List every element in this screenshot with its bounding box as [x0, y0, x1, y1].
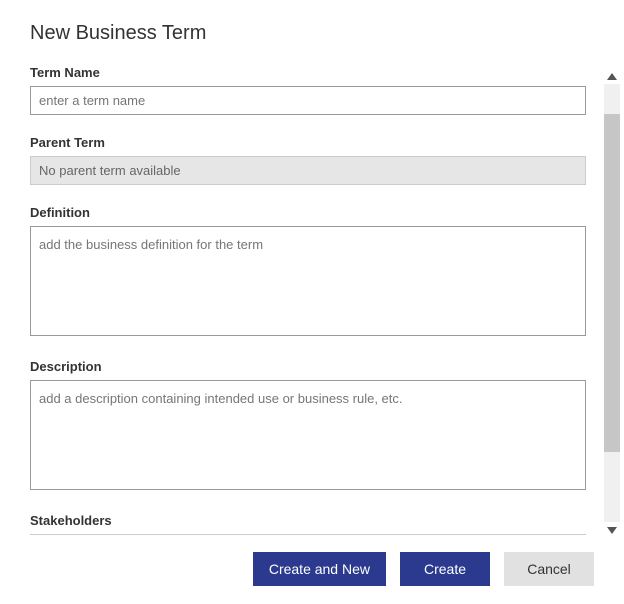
stakeholders-divider — [30, 534, 586, 535]
definition-textarea[interactable] — [30, 226, 586, 336]
scrollbar-thumb[interactable] — [604, 114, 620, 452]
description-textarea[interactable] — [30, 380, 586, 490]
create-button[interactable]: Create — [400, 552, 490, 586]
cancel-button[interactable]: Cancel — [504, 552, 594, 586]
new-business-term-dialog: New Business Term Term Name Parent Term … — [0, 0, 624, 604]
scrollbar-track[interactable] — [604, 68, 620, 538]
create-and-new-button[interactable]: Create and New — [253, 552, 386, 586]
stakeholders-label: Stakeholders — [30, 513, 586, 528]
term-name-input[interactable] — [30, 86, 586, 115]
definition-label: Definition — [30, 205, 586, 220]
parent-term-input — [30, 156, 586, 185]
chevron-down-icon — [607, 527, 617, 534]
dialog-buttons: Create and New Create Cancel — [253, 552, 594, 586]
description-label: Description — [30, 359, 586, 374]
scroll-down-button[interactable] — [604, 522, 620, 538]
parent-term-label: Parent Term — [30, 135, 586, 150]
form-area: Term Name Parent Term Definition Descrip… — [30, 65, 594, 535]
term-name-label: Term Name — [30, 65, 586, 80]
chevron-up-icon — [607, 73, 617, 80]
scroll-up-button[interactable] — [604, 68, 620, 84]
dialog-title: New Business Term — [30, 22, 594, 45]
